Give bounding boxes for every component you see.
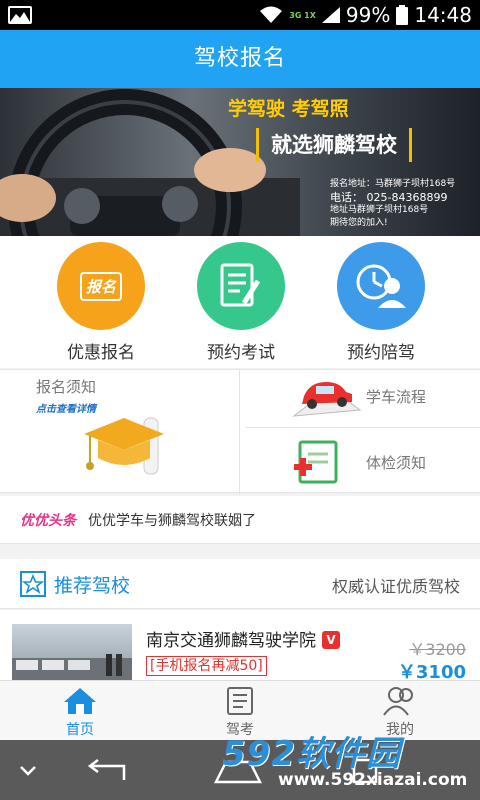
signal-icon (321, 7, 340, 23)
headline-news[interactable]: 优优头条 优优学车与狮麟驾校联姻了 (0, 496, 480, 544)
banner-slogan: 学驾驶 考驾照 (228, 98, 349, 120)
school-list-item[interactable]: 南京交通狮麟驾驶学院 V [手机报名再减50] ￥3200 ￥3100 (0, 610, 480, 684)
back-icon[interactable] (84, 758, 130, 784)
book-coach-button[interactable]: 预约陪驾 (312, 236, 450, 368)
status-bar: 3G 1X 99% 14:48 (0, 0, 480, 30)
banner-headline: 就选狮麟驾校 (256, 128, 412, 162)
gallery-notification-icon (8, 6, 32, 24)
car-icon (292, 382, 362, 417)
news-text: 优优学车与狮麟驾校联姻了 (88, 512, 256, 529)
school-promo: [手机报名再减50] (146, 656, 267, 676)
page-title: 驾校报名 (0, 30, 480, 88)
original-price: ￥3200 (409, 640, 466, 659)
promo-banner[interactable]: 学驾驶 考驾照 就选狮麟驾校 报名地址：马群狮子坝村168号 电话： 025-8… (0, 88, 480, 236)
tab-home[interactable]: 首页 (0, 681, 160, 740)
star-badge-icon (20, 571, 46, 597)
graduation-cap-icon (84, 417, 164, 475)
info-grid: 报名须知 点击查看详情 学车流程 体检须知 (0, 369, 480, 494)
battery-percent: 99% (345, 3, 391, 27)
exam-paper-icon (227, 687, 253, 715)
exam-form-icon (197, 242, 285, 330)
school-photo (12, 624, 132, 684)
home-icon (64, 688, 96, 714)
book-exam-button[interactable]: 预约考试 (172, 236, 310, 368)
recommend-section-header: 推荐驾校 权威认证优质驾校 (0, 559, 480, 609)
chevron-down-icon[interactable] (18, 764, 38, 778)
banner-contact-info: 报名地址：马群狮子坝村168号 电话： 025-84368899 地址马群狮子坝… (330, 179, 456, 228)
medical-exam-notice-card[interactable]: 体检须知 (246, 436, 480, 494)
quick-actions: 报名 优惠报名 预约考试 预约陪驾 (0, 236, 480, 368)
signup-notice-card[interactable]: 报名须知 点击查看详情 (0, 370, 240, 494)
wifi-icon (260, 6, 283, 23)
medical-checklist-icon (294, 440, 338, 484)
recommend-subtitle[interactable]: 权威认证优质驾校 (332, 573, 460, 597)
site-watermark: 592软件园 www.592xiazai.com (222, 734, 468, 790)
verified-badge: V (322, 631, 340, 649)
learning-process-card[interactable]: 学车流程 (246, 370, 480, 428)
clock: 14:48 (414, 3, 472, 27)
discount-signup-button[interactable]: 报名 优惠报名 (32, 236, 170, 368)
school-name: 南京交通狮麟驾驶学院 V (146, 626, 340, 651)
signup-icon: 报名 (57, 242, 145, 330)
network-type: 3G 1X (289, 10, 316, 20)
coach-clock-icon (337, 242, 425, 330)
recommend-title: 推荐驾校 (54, 575, 131, 597)
user-icon (383, 687, 413, 716)
battery-icon (396, 5, 409, 25)
news-tag: 优优头条 (20, 512, 76, 529)
